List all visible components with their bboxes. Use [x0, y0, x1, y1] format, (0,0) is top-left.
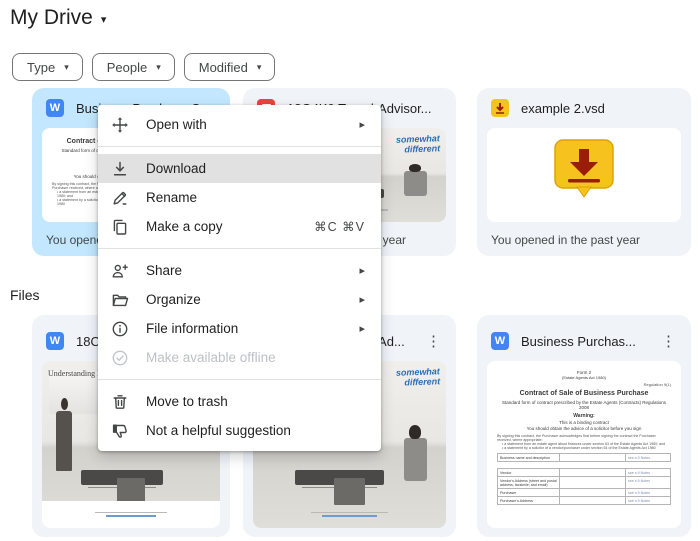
offline-check-circle-icon	[111, 349, 129, 367]
context-menu: Open with ▸ Download Rename	[98, 105, 381, 451]
filter-type-chip[interactable]: Type ▾	[12, 53, 83, 81]
menu-item-label: Not a helpful suggestion	[146, 423, 291, 438]
menu-item-label: Make available offline	[146, 350, 276, 365]
file-thumbnail	[487, 128, 681, 222]
filter-modified-chip[interactable]: Modified ▾	[184, 53, 276, 81]
menu-item-label: Share	[146, 263, 182, 278]
menu-item-label: Organize	[146, 292, 201, 307]
drive-page: My Drive ▾ Type ▾ People ▾ Modified ▾ W …	[0, 0, 700, 541]
word-file-icon: W	[46, 99, 64, 117]
page-title: My Drive	[10, 6, 93, 30]
more-options-icon[interactable]: ⋮	[423, 332, 444, 350]
files-section-heading: Files	[10, 287, 40, 303]
open-with-icon	[111, 116, 129, 134]
chevron-down-icon: ▾	[257, 62, 262, 73]
submenu-arrow-icon: ▸	[359, 118, 365, 131]
filter-people-chip[interactable]: People ▾	[92, 53, 175, 81]
menu-item-label: Rename	[146, 190, 197, 205]
folder-icon	[111, 291, 129, 309]
rename-pencil-icon	[111, 189, 129, 207]
word-file-icon: W	[46, 332, 64, 350]
file-title: Business Purchas...	[521, 334, 646, 349]
menu-item-label: Make a copy	[146, 219, 223, 234]
menu-divider	[98, 379, 381, 380]
contract-document-preview: Form 2 (Estate Agents Act 1980) Regulati…	[487, 361, 681, 528]
menu-item-make-a-copy[interactable]: Make a copy ⌘C ⌘V	[98, 212, 381, 241]
more-options-icon[interactable]: ⋮	[658, 332, 679, 350]
chevron-down-icon: ▾	[64, 62, 69, 73]
file-thumbnail: Form 2 (Estate Agents Act 1980) Regulati…	[487, 361, 681, 528]
submenu-arrow-icon: ▸	[359, 264, 365, 277]
filter-people-label: People	[107, 60, 147, 75]
menu-item-not-helpful-suggestion[interactable]: Not a helpful suggestion	[98, 416, 381, 445]
menu-item-label: Download	[146, 161, 206, 176]
vsd-file-icon	[491, 99, 509, 117]
trash-icon	[111, 393, 129, 411]
menu-divider	[98, 248, 381, 249]
menu-item-file-information[interactable]: File information ▸	[98, 314, 381, 343]
menu-item-open-with[interactable]: Open with ▸	[98, 110, 381, 139]
file-card-example-vsd[interactable]: example 2.vsd You opened in the past yea…	[477, 88, 691, 256]
file-title: example 2.vsd	[521, 101, 679, 116]
chevron-down-icon: ▾	[101, 13, 107, 26]
copy-icon	[111, 218, 129, 236]
contract-table: Vendorsee s.9 Notes Vendor's Address (st…	[497, 468, 671, 505]
info-icon	[111, 320, 129, 338]
contract-table: Business name and descriptionsee s.9 Not…	[497, 453, 671, 462]
person-add-icon	[111, 262, 129, 280]
menu-item-label: File information	[146, 321, 238, 336]
submenu-arrow-icon: ▸	[359, 322, 365, 335]
menu-item-share[interactable]: Share ▸	[98, 256, 381, 285]
file-reason-text: You opened in the past year	[491, 233, 640, 247]
download-icon	[111, 160, 129, 178]
submenu-arrow-icon: ▸	[359, 293, 365, 306]
menu-item-move-to-trash[interactable]: Move to trash	[98, 387, 381, 416]
filter-chips: Type ▾ People ▾ Modified ▾	[12, 53, 275, 81]
menu-divider	[98, 146, 381, 147]
file-card-business-purchase-2[interactable]: W Business Purchas... ⋮ Form 2 (Estate A…	[477, 315, 691, 537]
menu-item-shortcut: ⌘C ⌘V	[314, 219, 365, 234]
chevron-down-icon: ▾	[156, 62, 161, 73]
word-file-icon: W	[491, 332, 509, 350]
thumb-down-icon	[111, 422, 129, 440]
my-drive-dropdown[interactable]: My Drive ▾	[10, 6, 106, 30]
menu-item-label: Open with	[146, 117, 207, 132]
menu-item-download[interactable]: Download	[98, 154, 381, 183]
menu-item-make-available-offline: Make available offline	[98, 343, 381, 372]
menu-item-label: Move to trash	[146, 394, 228, 409]
vsd-download-glyph	[548, 137, 620, 205]
filter-modified-label: Modified	[199, 60, 248, 75]
filter-type-label: Type	[27, 60, 55, 75]
menu-item-rename[interactable]: Rename	[98, 183, 381, 212]
menu-item-organize[interactable]: Organize ▸	[98, 285, 381, 314]
